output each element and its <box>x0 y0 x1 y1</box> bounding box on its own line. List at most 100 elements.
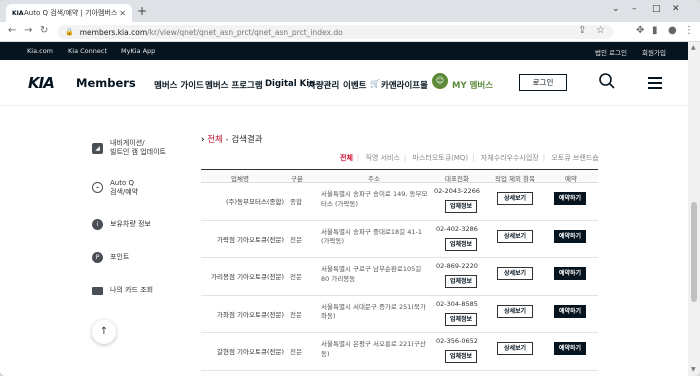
book-button[interactable]: 예약하기 <box>554 304 586 318</box>
filter-excellent[interactable]: 자체수리우수사업장 <box>481 154 539 162</box>
sidebar-nav-update-2[interactable]: 빌트인 캠 업데이트 <box>110 148 166 158</box>
shop-name: 가좌점 기아오토큐(전문) <box>217 310 284 319</box>
scroll-up-icon[interactable]: ▲ <box>691 44 696 51</box>
shop-phone: 02-869-2220 <box>436 262 478 270</box>
page-scrollbar[interactable]: ▲ ▼ <box>688 42 700 376</box>
detail-button[interactable]: 상세보기 <box>497 342 533 355</box>
back-icon[interactable]: ← <box>8 25 16 36</box>
col-tel: 대표전화 <box>445 175 469 183</box>
kia-logo[interactable]: KIA <box>28 74 55 92</box>
share-icon[interactable]: ⇪ <box>578 25 586 36</box>
menu-event[interactable]: 이벤트 <box>343 79 366 91</box>
detail-button[interactable]: 상세보기 <box>497 229 533 243</box>
shop-name: (주)동부모터스(종합) <box>226 198 284 206</box>
filter-direct[interactable]: 직영 서비스 <box>365 154 399 162</box>
shop-kind: 전문 <box>290 348 302 356</box>
active-tab[interactable]: KIA Auto Q 검색/예약 | 기아멤버스 ✕ <box>6 4 132 22</box>
browser-window: KIA Auto Q 검색/예약 | 기아멤버스 ✕ + ⌄ – □ ✕ ← →… <box>0 0 700 376</box>
filter-mq[interactable]: 마스터오토큐(MQ) <box>413 154 469 162</box>
book-button[interactable]: 예약하기 <box>554 342 586 355</box>
bookmark-star-icon[interactable]: ☆ <box>596 25 605 36</box>
shop-name: 갈현점 기아오토큐(전문) <box>217 348 284 356</box>
side-panel-icon[interactable]: ▮ <box>652 25 658 36</box>
shop-address: 서울특별시 송파구 송이로 149, 동부모터스 (가락동) <box>321 190 428 208</box>
profile-icon[interactable]: ● <box>668 25 677 36</box>
link-kia-connect[interactable]: Kia Connect <box>68 47 107 55</box>
col-name: 업체명 <box>231 175 249 183</box>
sidebar-vehicle-info[interactable]: 보유차량 정보 <box>110 220 151 230</box>
shop-info-button[interactable]: 업체정보 <box>445 312 477 326</box>
col-kind: 구분 <box>291 175 303 183</box>
shop-kind: 종합 <box>290 198 302 206</box>
minimize-icon[interactable]: – <box>632 4 637 14</box>
search-icon[interactable] <box>598 72 616 90</box>
reload-icon[interactable]: ↻ <box>40 25 48 36</box>
my-members-link[interactable]: MY 멤버스 <box>452 79 493 91</box>
shop-kind: 전문 <box>290 235 302 244</box>
sidebar-my-card[interactable]: 나의 카드 조회 <box>110 286 153 296</box>
detail-button[interactable]: 상세보기 <box>497 192 533 205</box>
shop-info-button[interactable]: 업체정보 <box>445 200 477 213</box>
table-body: (주)동부모터스(종합) 종합 서울특별시 송파구 송이로 149, 동부모터스 (… <box>201 183 598 371</box>
navigation-icon: ◢ <box>92 143 103 154</box>
close-tab-icon[interactable]: ✕ <box>119 9 126 18</box>
detail-button[interactable]: 상세보기 <box>497 267 533 280</box>
site-header: KIA Members 멤버스 가이드 멤버스 프로그램 Digital Kia… <box>0 60 688 106</box>
new-tab-icon[interactable]: + <box>137 5 147 17</box>
detail-button[interactable]: 상세보기 <box>497 304 533 318</box>
link-signup[interactable]: 회원가입 <box>642 47 666 57</box>
shop-phone: 02-304-8585 <box>436 299 478 308</box>
table-row: 가좌점 기아오토큐(전문) 전문 서울특별시 서대문구 증가로 251(북가좌동) 0… <box>201 296 598 333</box>
shop-name: 가락점 기아오토큐(전문) <box>217 235 284 244</box>
link-corporate-login[interactable]: 법인 로그인 <box>595 47 627 57</box>
web-page: Kia.com Kia Connect MyKia App 법인 로그인 회원가… <box>0 42 688 376</box>
filter-brand-shop[interactable]: 오토큐 브랜드숍 <box>551 154 598 162</box>
table-row: 가리봉점 기아오토큐(전문) 전문 서울특별시 구로구 남부순환로105길 80 가… <box>201 258 598 296</box>
sidebar-autoq-2[interactable]: 검색/예약 <box>110 188 138 198</box>
members-brand[interactable]: Members <box>76 76 136 90</box>
kia-favicon-icon: KIA <box>12 9 24 17</box>
menu-vehicle[interactable]: 차량관리 <box>308 79 339 91</box>
my-profile-icon[interactable]: ☺ <box>432 73 448 89</box>
chevron-right-icon: › <box>201 135 205 145</box>
shop-info-button[interactable]: 업체정보 <box>445 350 477 363</box>
menu-carlife-mall[interactable]: 카앤라이프몰 <box>381 79 428 91</box>
scroll-down-icon[interactable]: ▼ <box>691 366 696 373</box>
menu-program[interactable]: 멤버스 프로그램 <box>205 79 263 91</box>
crumb-all: 전체 <box>207 135 223 145</box>
lock-icon: 🔒 <box>65 28 74 36</box>
sidebar-point[interactable]: 포인트 <box>110 253 129 263</box>
link-kia-com[interactable]: Kia.com <box>27 47 53 55</box>
shop-kind: 전문 <box>290 310 302 319</box>
scroll-thumb[interactable] <box>691 202 697 302</box>
book-button[interactable]: 예약하기 <box>554 192 586 205</box>
url-input[interactable]: 🔒 members.kia.com /kr/view/qnet/qnet_asn… <box>57 25 613 39</box>
link-mykia-app[interactable]: MyKia App <box>121 47 155 55</box>
close-window-icon[interactable]: ✕ <box>672 4 680 14</box>
chevron-down-icon[interactable]: ⌄ <box>612 4 620 14</box>
shop-address: 서울특별시 서대문구 증가로 251(북가좌동) <box>321 302 426 321</box>
tab-bar: KIA Auto Q 검색/예약 | 기아멤버스 ✕ + ⌄ – □ ✕ <box>0 0 700 22</box>
more-menu-icon[interactable]: ⋮ <box>684 25 694 36</box>
shop-phone: 02-402-3286 <box>436 224 478 233</box>
shop-address: 서울특별시 송파구 중대로18길 41-1 (가락동) <box>321 227 422 246</box>
url-host: members.kia.com <box>79 27 148 37</box>
shop-info-button[interactable]: 업체정보 <box>445 237 477 251</box>
hamburger-menu-icon[interactable] <box>648 77 662 92</box>
table-row: 갈현점 기아오토큐(전문) 전문 서울특별시 은평구 서오릉로 221(구산동) 02… <box>201 333 598 371</box>
scroll-to-top-button[interactable]: ↑ <box>92 320 116 344</box>
car-info-icon: i <box>92 219 103 230</box>
extensions-puzzle-icon[interactable]: ✥ <box>636 25 644 36</box>
url-path: /kr/view/qnet/qnet_asn_prct/qnet_asn_prc… <box>147 27 343 37</box>
login-button[interactable]: 로그인 <box>519 74 567 91</box>
filter-all[interactable]: 전체 <box>340 154 353 162</box>
maximize-icon[interactable]: □ <box>652 4 661 14</box>
tab-title: Auto Q 검색/예약 | 기아멤버스 <box>24 9 118 17</box>
shop-phone: 02-2043-2266 <box>433 187 481 195</box>
result-table: 업체명 구분 주소 대표전화 작업 제외 항목 예약 (주)동부모터스(종합) 종… <box>201 169 598 371</box>
shop-info-button[interactable]: 업체정보 <box>445 275 477 288</box>
forward-icon[interactable]: → <box>24 25 32 36</box>
menu-guide[interactable]: 멤버스 가이드 <box>154 79 204 91</box>
book-button[interactable]: 예약하기 <box>554 267 586 280</box>
book-button[interactable]: 예약하기 <box>554 229 586 243</box>
